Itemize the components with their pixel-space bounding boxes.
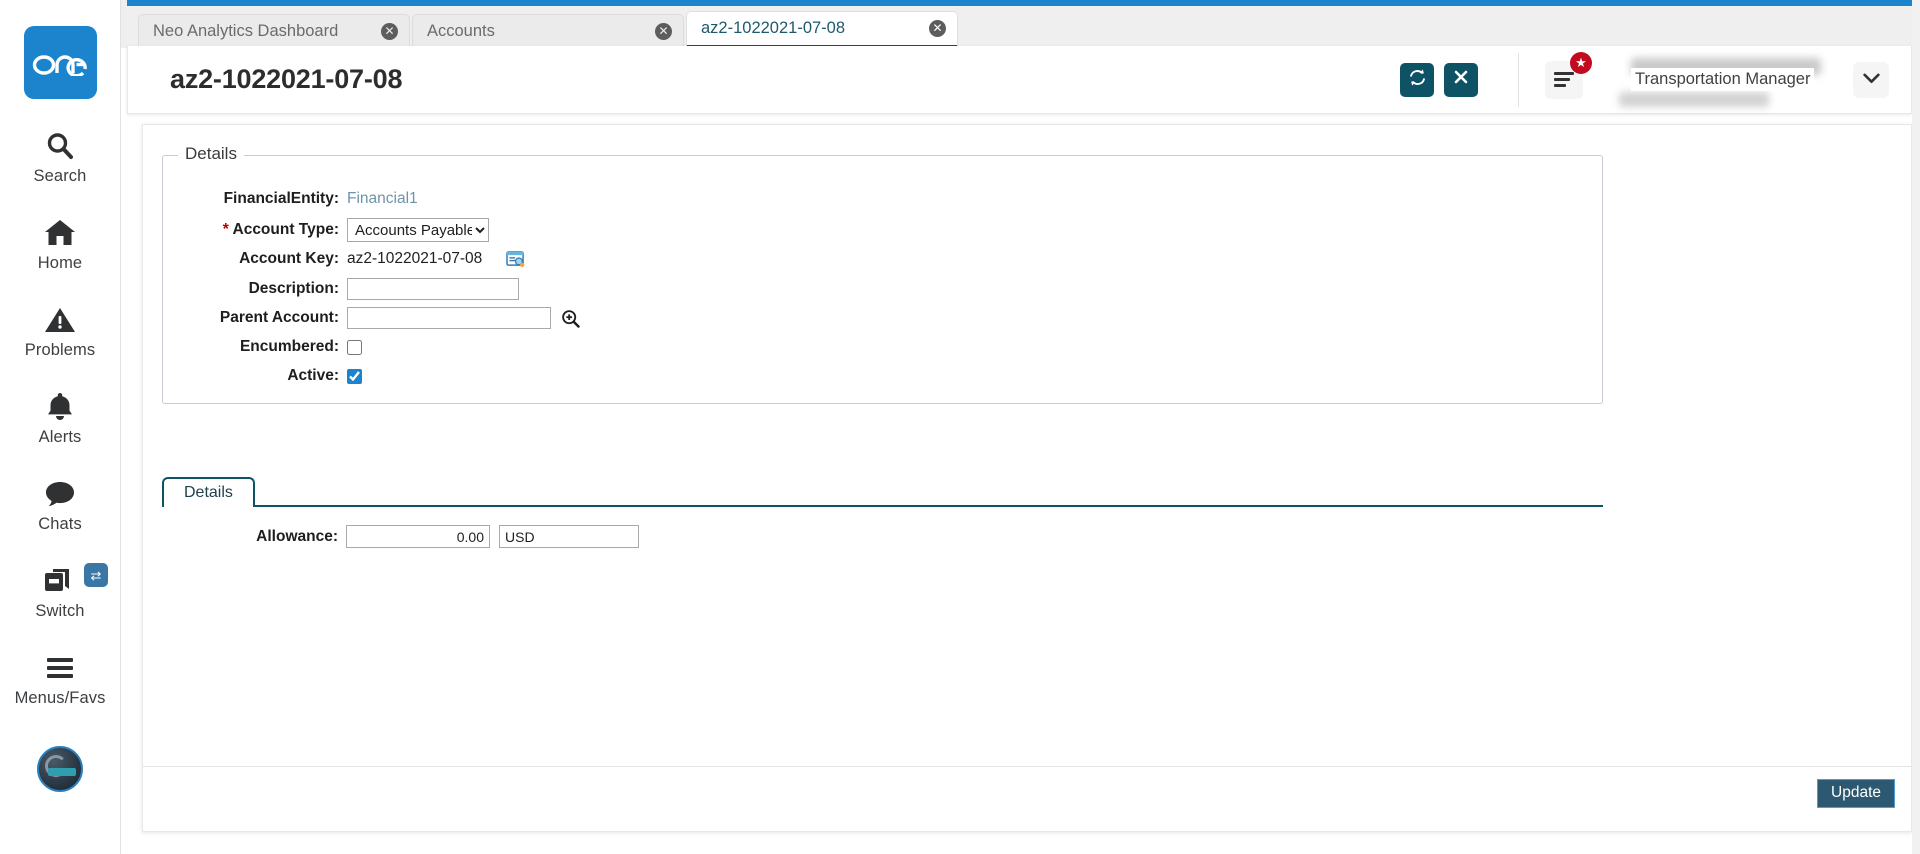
- tab-label: Neo Analytics Dashboard: [153, 22, 339, 40]
- avatar-visor: [48, 768, 76, 776]
- robot-avatar-icon[interactable]: [37, 746, 83, 792]
- tab-details[interactable]: Details: [162, 477, 255, 507]
- sub-tab-label: Details: [184, 484, 233, 501]
- lookup-window-icon[interactable]: [506, 250, 525, 268]
- allowance-label: Allowance:: [256, 527, 338, 545]
- header-actions: ★ Transportation Manager: [1390, 51, 1911, 108]
- switch-windows-icon: [43, 563, 77, 599]
- description-label: Description:: [248, 280, 339, 297]
- row-allowance: Allowance:: [143, 525, 639, 548]
- sidebar-item-home[interactable]: Home: [0, 215, 120, 273]
- row-account-key: Account Key: az2-1022021-07-08: [183, 248, 525, 270]
- row-encumbered: Encumbered:: [183, 336, 362, 358]
- hamburger-icon: [44, 650, 76, 686]
- refresh-button[interactable]: [1400, 62, 1434, 97]
- sidebar-item-label: Search: [33, 167, 87, 185]
- allowance-currency-input[interactable]: [499, 525, 639, 548]
- active-checkbox[interactable]: [347, 368, 362, 384]
- swap-arrows-icon[interactable]: ⇄: [84, 563, 108, 587]
- details-legend: Details: [178, 144, 244, 164]
- account-type-label: * Account Type:: [183, 221, 347, 239]
- header-menu-button[interactable]: ★: [1545, 51, 1592, 99]
- bell-icon: [46, 389, 74, 425]
- user-menu-toggle[interactable]: [1853, 61, 1889, 98]
- tab-accounts[interactable]: Accounts ✕: [412, 14, 684, 48]
- row-account-type: * Account Type: Accounts Payable: [183, 217, 489, 243]
- warning-triangle-icon: [44, 302, 76, 338]
- sidebar-item-switch[interactable]: ⇄ Switch: [0, 563, 120, 621]
- brand-accent-strip: [127, 0, 1920, 6]
- user-role-label: Transportation Manager: [1631, 68, 1815, 91]
- sub-tab-bar: Details: [162, 477, 1603, 507]
- user-org-redacted: [1619, 91, 1769, 107]
- hamburger-icon: [1554, 69, 1574, 90]
- page-header: az2-1022021-07-08 ★ Transportation Manag…: [127, 46, 1912, 114]
- footer-divider: [143, 766, 1911, 767]
- sidebar-item-problems[interactable]: Problems: [0, 302, 120, 360]
- sidebar-item-chats[interactable]: Chats: [0, 476, 120, 534]
- left-sidebar: Search Home Problems Alerts Chats ⇄ Swit…: [0, 0, 121, 854]
- close-circle-icon[interactable]: ✕: [381, 23, 398, 40]
- one-logo[interactable]: [23, 26, 97, 99]
- required-asterisk: *: [222, 221, 229, 238]
- parent-account-label: Parent Account:: [219, 309, 339, 326]
- home-icon: [44, 215, 76, 251]
- sidebar-item-menus-favs[interactable]: Menus/Favs: [0, 650, 120, 708]
- description-input[interactable]: [347, 278, 519, 300]
- sidebar-item-label: Alerts: [38, 428, 82, 446]
- chevron-down-icon: [1862, 71, 1880, 89]
- sidebar-item-label: Home: [37, 254, 83, 272]
- tab-strip: Neo Analytics Dashboard ✕ Accounts ✕ az2…: [138, 11, 960, 48]
- allowance-amount-input[interactable]: [346, 525, 490, 548]
- encumbered-checkbox[interactable]: [347, 339, 362, 355]
- sidebar-item-label: Problems: [24, 341, 96, 359]
- star-badge-icon: ★: [1570, 51, 1592, 74]
- row-description: Description:: [183, 278, 519, 300]
- encumbered-label: Encumbered:: [239, 338, 339, 355]
- parent-account-input[interactable]: [347, 307, 551, 329]
- application-window: Search Home Problems Alerts Chats ⇄ Swit…: [0, 0, 1920, 854]
- row-financial-entity: FinancialEntity: Financial1: [183, 188, 418, 210]
- sidebar-item-search[interactable]: Search: [0, 128, 120, 186]
- sidebar-item-label: Chats: [38, 515, 82, 533]
- active-label: Active:: [287, 367, 339, 384]
- tab-neo-analytics-dashboard[interactable]: Neo Analytics Dashboard ✕: [138, 14, 410, 48]
- account-type-select[interactable]: Accounts Payable: [347, 218, 489, 242]
- row-parent-account: Parent Account:: [183, 307, 580, 329]
- tab-label: Accounts: [427, 22, 495, 40]
- magnifier-plus-icon[interactable]: [561, 309, 580, 328]
- row-active: Active:: [183, 365, 362, 387]
- refresh-icon: [1408, 68, 1427, 92]
- close-button[interactable]: [1444, 62, 1478, 97]
- account-type-label-text: Account Type:: [232, 221, 340, 238]
- header-divider: [1518, 52, 1519, 107]
- x-icon: [1453, 69, 1469, 90]
- search-icon: [45, 128, 75, 164]
- sidebar-item-label: Menus/Favs: [14, 689, 106, 707]
- financial-entity-label: FinancialEntity:: [223, 190, 339, 207]
- user-profile[interactable]: Transportation Manager: [1611, 52, 1839, 108]
- main-content-card: Details FinancialEntity: Financial1 * Ac…: [142, 124, 1912, 832]
- right-gutter: [1912, 0, 1920, 854]
- account-key-value: az2-1022021-07-08: [347, 250, 483, 267]
- tab-label: az2-1022021-07-08: [701, 19, 846, 37]
- close-circle-icon[interactable]: ✕: [929, 20, 946, 37]
- close-circle-icon[interactable]: ✕: [655, 23, 672, 40]
- update-button[interactable]: Update: [1817, 779, 1895, 808]
- chat-bubble-icon: [44, 476, 76, 512]
- page-title: az2-1022021-07-08: [170, 64, 403, 94]
- details-fieldset: Details FinancialEntity: Financial1 * Ac…: [162, 144, 1603, 404]
- financial-entity-value[interactable]: Financial1: [347, 190, 418, 208]
- tab-account-detail[interactable]: az2-1022021-07-08 ✕: [686, 11, 958, 48]
- account-key-label: Account Key:: [239, 250, 339, 267]
- sidebar-item-label: Switch: [35, 602, 85, 620]
- sidebar-item-alerts[interactable]: Alerts: [0, 389, 120, 447]
